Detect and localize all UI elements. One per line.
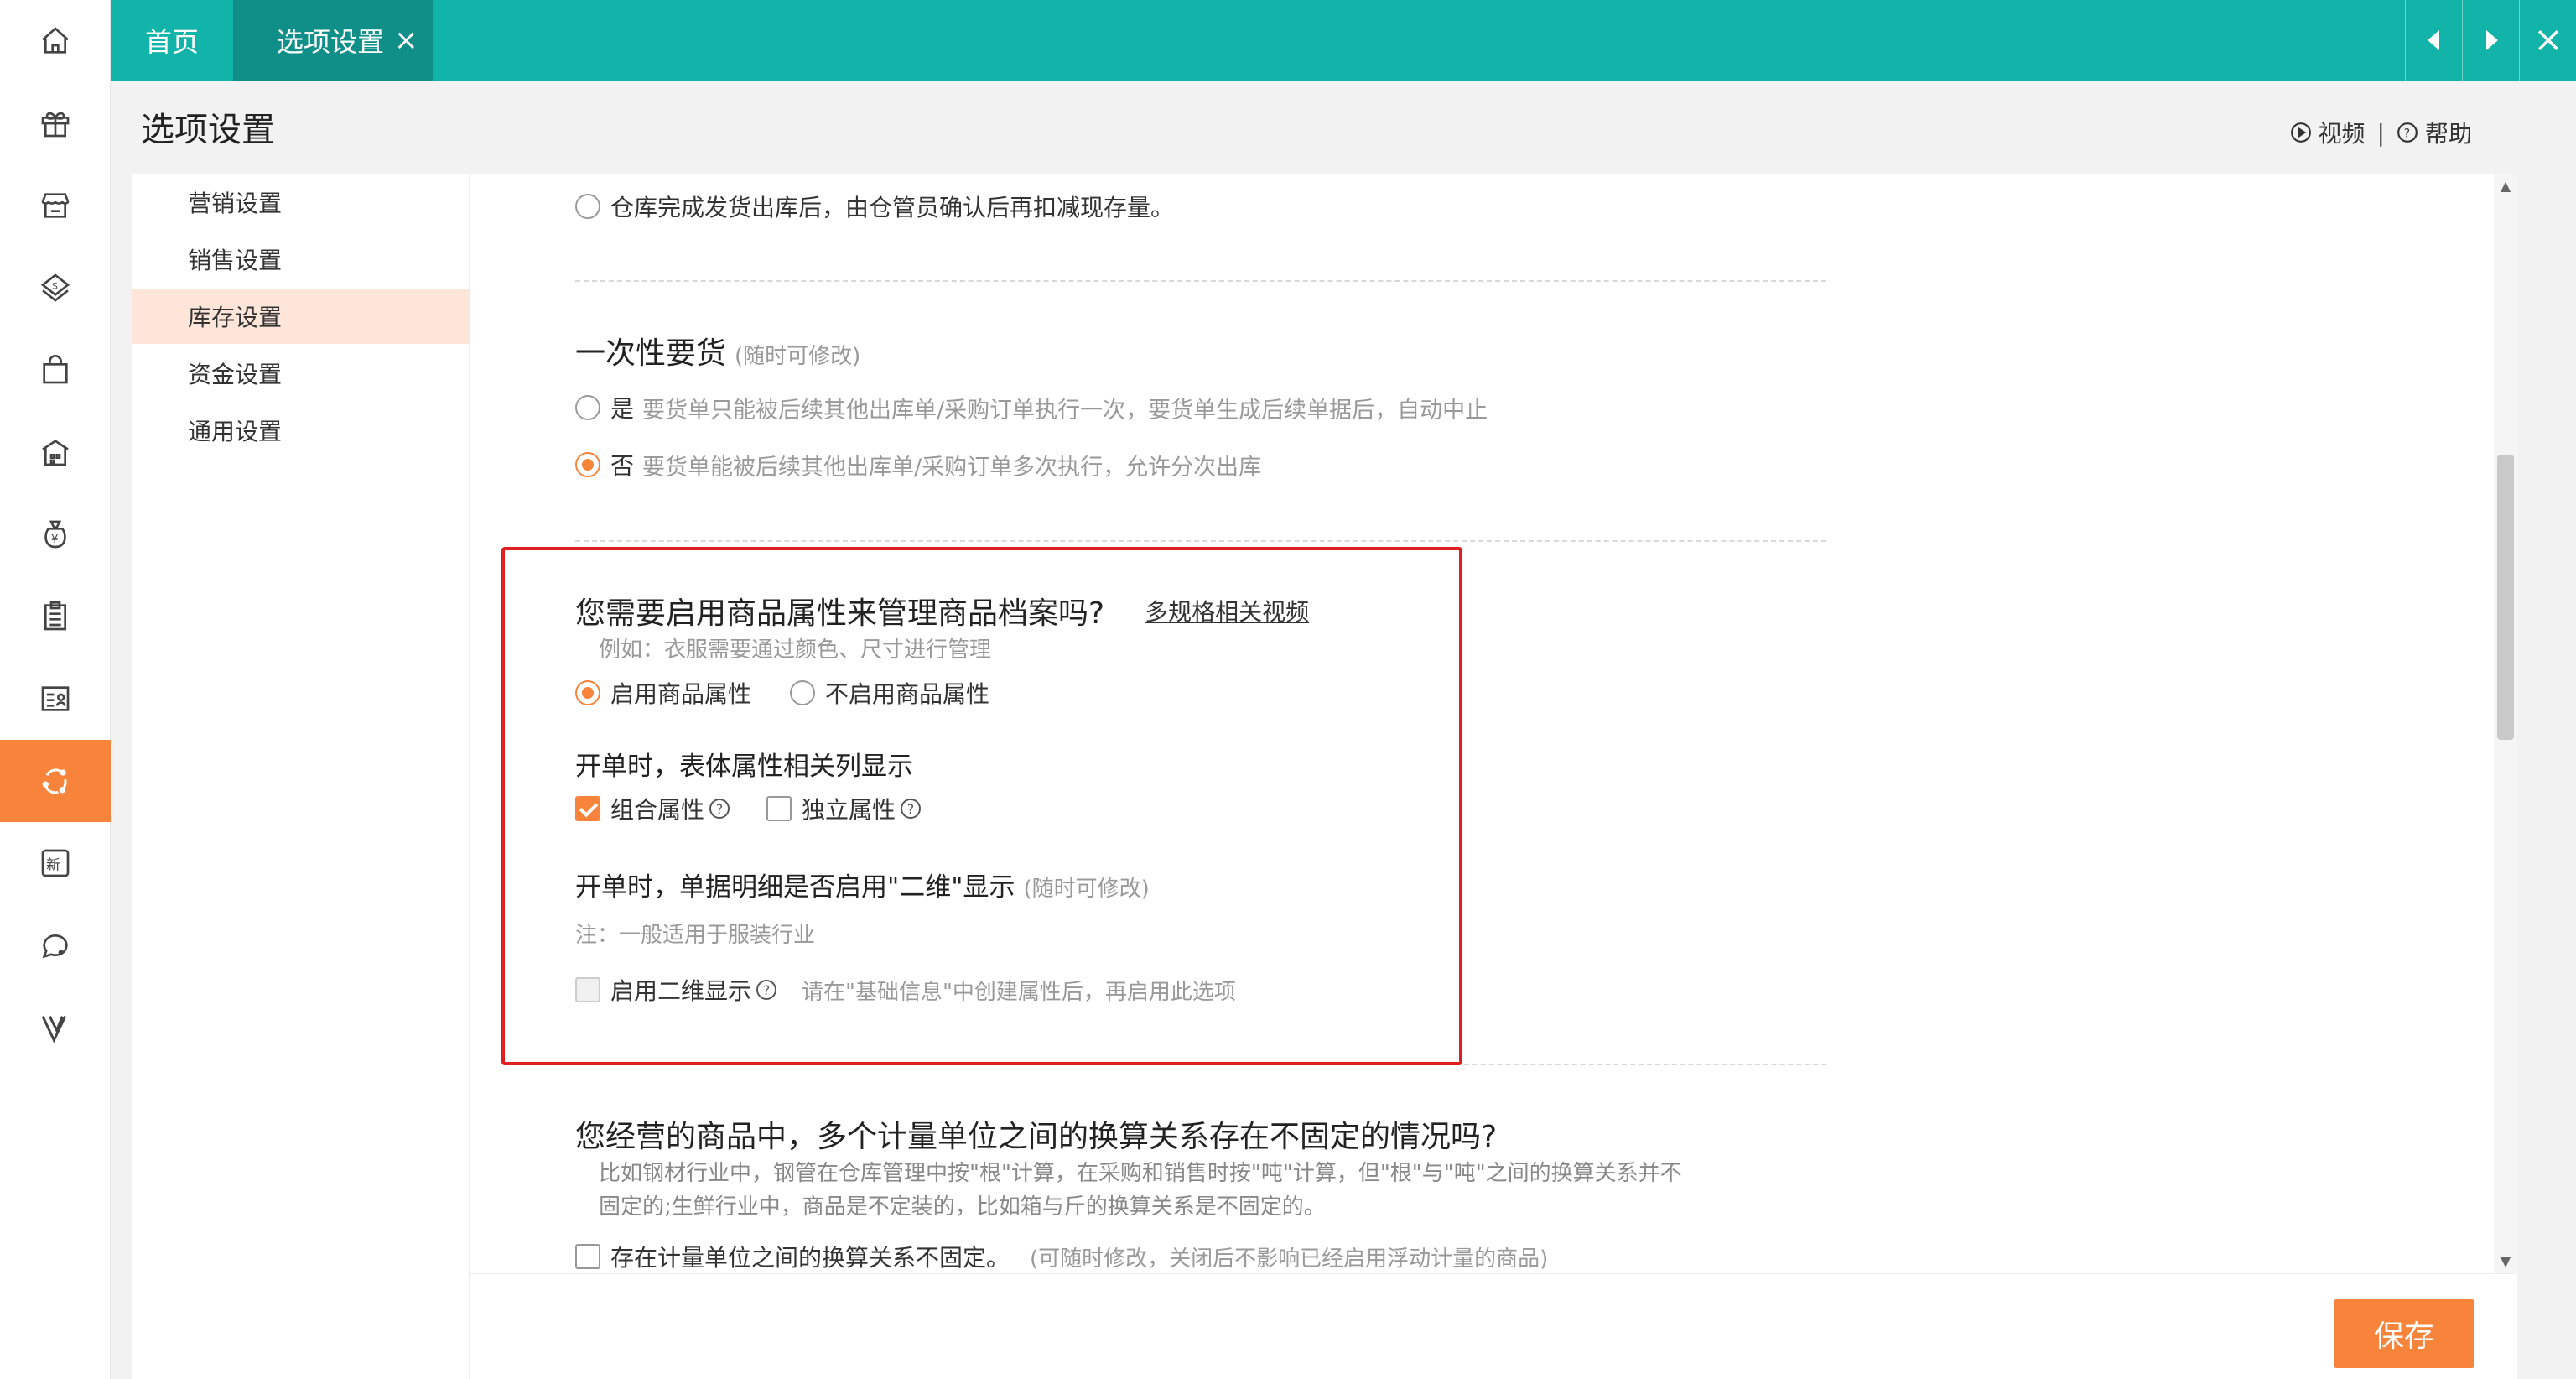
help-link[interactable]: ? 帮助 [2397,116,2472,149]
one-time-yes-desc: 要货单只能被后续其他出库单/采购订单执行一次，要货单生成后续单据后，自动中止 [642,397,1488,424]
money-bag-icon: $ [40,273,70,302]
tab-scroll-right-button[interactable] [2462,0,2519,81]
gift-icon [41,112,70,138]
divider [575,540,1826,542]
tab-home[interactable]: 首页 [111,0,233,81]
caret-right-icon [2485,30,2498,50]
rail-sync[interactable] [0,740,111,822]
settings-subnav: 营销设置 销售设置 库存设置 资金设置 通用设置 [132,174,470,1379]
video-link[interactable]: 视频 [2290,116,2366,149]
rail-store[interactable] [0,164,111,247]
rail-home[interactable] [0,0,111,82]
subnav-item-general[interactable]: 通用设置 [132,403,470,458]
one-time-yes-radio[interactable] [575,395,600,420]
close-all-tabs-button[interactable] [2519,0,2576,81]
home-icon [42,27,69,54]
warehouse-confirm-radio[interactable] [575,194,600,219]
floating-units-note: (可随时修改，关闭后不影响已经启用浮动计量的商品) [1030,1246,1549,1272]
warehouse-confirm-label: 仓库完成发货出库后，由仓管员确认后再扣减现存量。 [610,194,1175,221]
rail-idcard[interactable] [0,658,111,740]
units-option: 存在计量单位之间的换算关系不固定。 (可随时修改，关闭后不影响已经启用浮动计量的… [575,1240,1548,1273]
left-icon-rail: $ ¥ 新 [0,0,111,1379]
tab-home-label: 首页 [144,26,199,58]
store-icon [41,193,70,218]
floating-units-checkbox[interactable] [575,1244,600,1269]
scroll-down-icon[interactable]: ▼ [2494,1250,2517,1273]
units-title: 您经营的商品中，多个计量单位之间的换算关系存在不固定的情况吗? [575,1120,1498,1154]
new-badge-icon: 新 [41,849,70,877]
rail-warehouse[interactable] [0,411,111,493]
close-icon [2537,29,2558,51]
highlight-box [501,547,1462,1065]
header-links: 视频 | ? 帮助 [2290,116,2472,149]
one-time-title: 一次性要货 [575,336,727,371]
yen-bag-icon: ¥ [44,520,66,549]
tab-options-settings[interactable]: 选项设置 × [233,0,433,81]
rail-clipboard[interactable] [0,575,111,658]
divider [575,280,1826,282]
help-circle-icon: ? [2397,122,2418,143]
rail-shopping[interactable] [0,329,111,411]
units-desc-line2: 固定的;生鲜行业中，商品是不定装的，比如箱与斤的换算关系是不固定的。 [599,1194,1326,1220]
rail-chat[interactable] [0,904,111,986]
warehouse-icon [42,440,69,466]
one-time-no-radio[interactable] [575,452,600,477]
tab-options-label: 选项设置 [277,26,385,58]
chat-icon [42,934,68,959]
v-logo-icon [41,1015,67,1043]
units-desc-line1: 比如钢材行业中，钢管在仓库管理中按"根"计算，在采购和销售时按"吨"计算，但"根… [599,1161,1682,1186]
rail-money[interactable]: $ [0,247,111,329]
clipboard-icon [44,601,66,631]
rail-yen[interactable]: ¥ [0,493,111,575]
one-time-no-desc: 要货单能被后续其他出库单/采购订单多次执行，允许分次出库 [642,454,1262,481]
rail-v[interactable] [0,986,111,1069]
scroll-up-icon[interactable]: ▲ [2494,174,2517,198]
one-time-no-option[interactable]: 否 要货单能被后续其他出库单/采购订单多次执行，允许分次出库 [575,448,1261,481]
shopping-bag-icon [43,355,68,384]
one-time-note: (随时可修改) [735,344,861,369]
save-button[interactable]: 保存 [2334,1299,2474,1368]
subnav-item-sales[interactable]: 销售设置 [132,232,470,287]
svg-text:¥: ¥ [51,533,58,546]
svg-text:?: ? [2404,127,2410,140]
scrollbar-thumb[interactable] [2497,455,2514,740]
footer-bar: 保存 [470,1273,2517,1379]
one-time-section-title: 一次性要货 (随时可修改) [575,329,860,372]
svg-text:新: 新 [46,857,60,873]
tab-scroll-left-button[interactable] [2405,0,2462,81]
rail-gift[interactable] [0,82,111,164]
warehouse-confirm-option[interactable]: 仓库完成发货出库后，由仓管员确认后再扣减现存量。 [575,190,1174,223]
top-tab-bar: 首页 选项设置 × [111,0,2576,81]
floating-units-label: 存在计量单位之间的换算关系不固定。 [610,1244,1010,1272]
one-time-yes-label: 是 [610,395,635,423]
play-circle-icon [2290,122,2311,143]
subnav-item-funds[interactable]: 资金设置 [132,346,470,401]
page-title: 选项设置 [141,111,275,149]
tab-close-icon[interactable]: × [394,23,418,57]
divider [1464,1064,1826,1065]
subnav-item-marketing[interactable]: 营销设置 [132,174,470,230]
caret-left-icon [2427,30,2439,50]
subnav-item-inventory[interactable]: 库存设置 [132,289,470,344]
content-scrollbar[interactable]: ▲ ▼ [2494,174,2517,1273]
one-time-yes-option[interactable]: 是 要货单只能被后续其他出库单/采购订单执行一次，要货单生成后续单据后，自动中止 [575,391,1488,424]
svg-text:$: $ [52,280,58,292]
header-separator: | [2376,118,2385,147]
rail-new[interactable]: 新 [0,822,111,904]
sync-icon [42,768,67,794]
help-link-label: 帮助 [2424,120,2472,148]
video-link-label: 视频 [2318,120,2366,148]
one-time-no-label: 否 [610,452,635,480]
id-card-icon [41,686,70,711]
